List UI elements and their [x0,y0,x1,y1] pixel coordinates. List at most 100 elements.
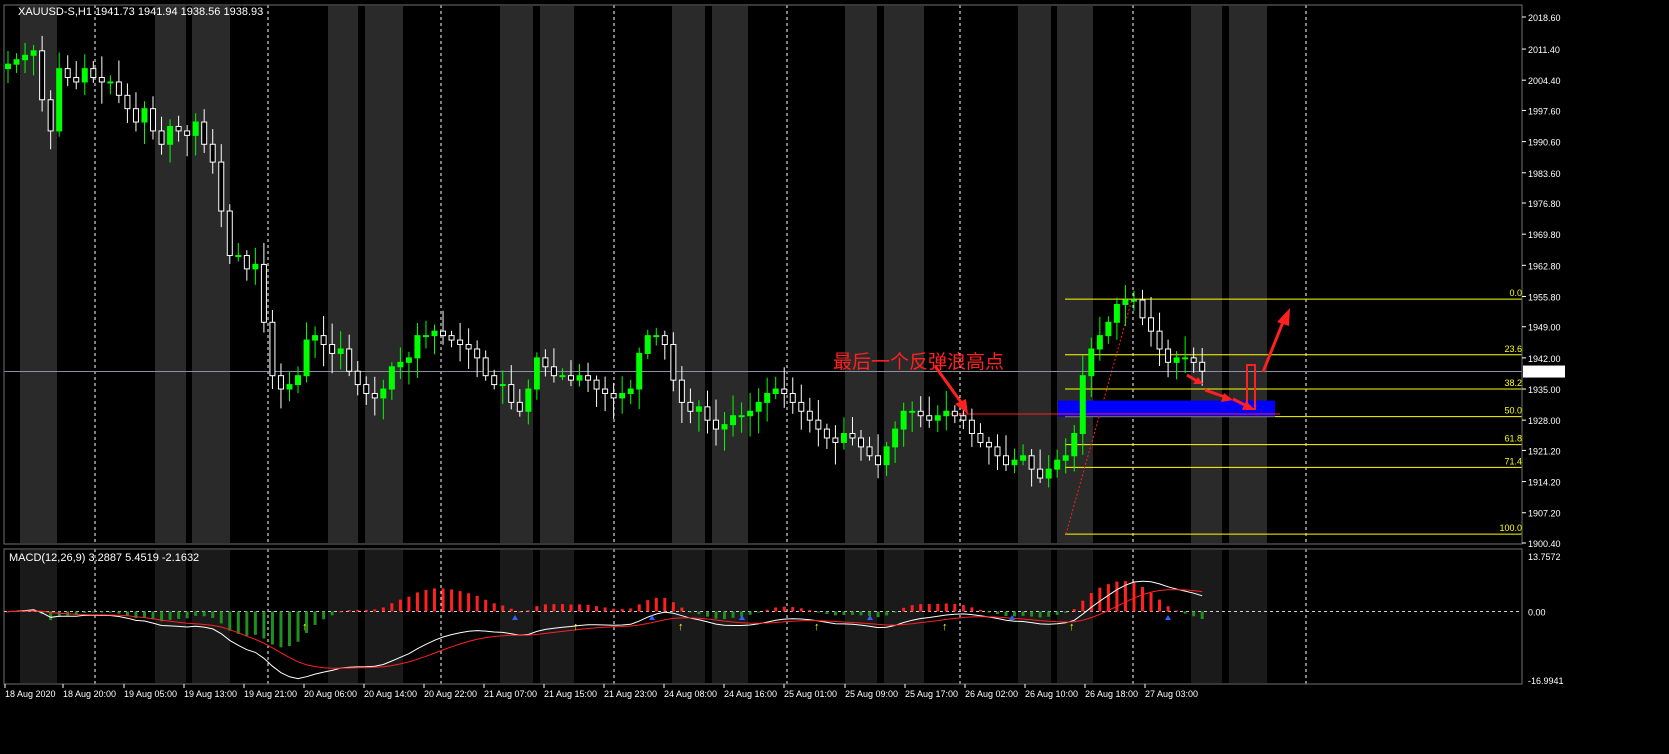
price-tick-label: 1990.60 [1528,138,1561,148]
candle-body [397,361,404,368]
macd-histogram-bar [398,599,402,612]
price-tick-label: 2018.60 [1528,13,1561,23]
candle-body [653,335,660,338]
candle-body [525,388,532,412]
candle-body [1045,468,1052,479]
time-tick-label: 20 Aug 22:00 [424,689,477,699]
candle-body [823,428,830,439]
macd-histogram-bar [663,597,667,612]
candle-body [781,388,788,394]
time-tick-label: 25 Aug 01:00 [784,689,837,699]
candle-body [499,384,506,387]
candle-body [1105,321,1112,337]
session-band [500,6,533,543]
candle-body [98,77,105,83]
macd-histogram-bar [202,611,206,617]
candle-body [602,388,609,394]
macd-histogram-bar [637,604,641,612]
time-tick-label: 26 Aug 02:00 [965,689,1018,699]
macd-histogram-bar [927,604,931,612]
macd-histogram-bar [1030,611,1034,617]
session-band [365,550,403,683]
candle-body [866,446,873,457]
fib-level-label: 0.0 [1509,288,1522,298]
candle-body [934,415,941,421]
candle-body [943,410,950,417]
macd-histogram-bar [799,608,803,612]
candle-body [150,108,157,132]
macd-histogram-bar [569,604,573,612]
session-band [365,6,403,543]
candle-body [457,339,464,346]
session-band [20,6,57,543]
candle-body [1122,299,1129,305]
cross-up-marker: ↑ [573,621,579,633]
candle-body [1020,455,1027,461]
time-axis: 18 Aug 2020 18 Aug 20:00 19 Aug 05:00 19 Au… [4,684,1198,699]
candle-body [184,130,191,136]
session-band [328,6,358,543]
session-band [845,6,877,543]
macd-histogram-bar [125,611,129,616]
macd-histogram-bar [330,611,334,616]
candle-body [542,357,549,368]
candle-body [243,255,250,270]
time-tick-label: 20 Aug 06:00 [304,689,357,699]
macd-histogram-bar [1064,611,1068,613]
candle-body [482,357,489,377]
price-tick-label: 1935.00 [1528,385,1561,395]
macd-histogram-bar [509,608,513,612]
macd-histogram-bar [1081,600,1085,612]
price-tick-label: 1907.20 [1528,509,1561,519]
candle-body [1113,303,1120,323]
macd-histogram-bar [765,609,769,612]
macd-histogram-bar [177,611,181,619]
macd-histogram-bar [450,589,454,612]
cross-down-marker [649,615,655,620]
candle-body [260,263,267,323]
candle-body [329,344,336,354]
price-tick-label: 1962.80 [1528,261,1561,271]
macd-tick-label: 0.00 [1528,607,1546,617]
candle-body [772,388,779,394]
candle-body [431,330,438,337]
candle-body [858,437,864,448]
price-tick-label: 2011.40 [1528,45,1560,55]
macd-histogram-bar [83,611,87,613]
macd-histogram-bar [339,611,343,613]
candle-body [465,344,472,350]
candle-body [1071,433,1078,457]
fib-level-label: 71.4 [1504,456,1522,466]
macd-histogram-bar [91,611,95,613]
macd-histogram-bar [868,611,872,617]
cross-up-marker: ↑ [302,621,308,633]
candle-body [516,401,523,412]
macd-histogram-bar [1175,610,1179,612]
time-tick-label: 20 Aug 14:00 [364,689,417,699]
candle-body [670,344,677,381]
candle-body [1182,357,1189,360]
macd-histogram-bar [526,610,530,612]
price-tick-label: 1921.20 [1528,446,1561,456]
macd-histogram-bar [578,604,582,612]
candle-body [252,263,259,270]
time-tick-label: 27 Aug 03:00 [1145,689,1198,699]
candle-body [917,410,924,417]
session-band [712,6,748,543]
candle-body [414,335,421,359]
macd-histogram-bar [296,611,300,642]
macd-histogram-bar [117,611,121,614]
session-band [884,550,924,683]
candle-body [721,424,728,430]
candle-body [201,121,208,145]
candle-body [559,375,566,378]
candle-body [619,392,626,399]
candle-body [747,410,754,417]
price-tick-label: 1976.80 [1528,199,1561,209]
price-tick-label: 1914.20 [1528,478,1561,488]
candle-body [1173,357,1180,363]
macd-histogram-bar [705,611,709,617]
session-band [328,550,358,683]
candle-body [22,54,29,61]
time-tick-label: 19 Aug 13:00 [184,689,237,699]
